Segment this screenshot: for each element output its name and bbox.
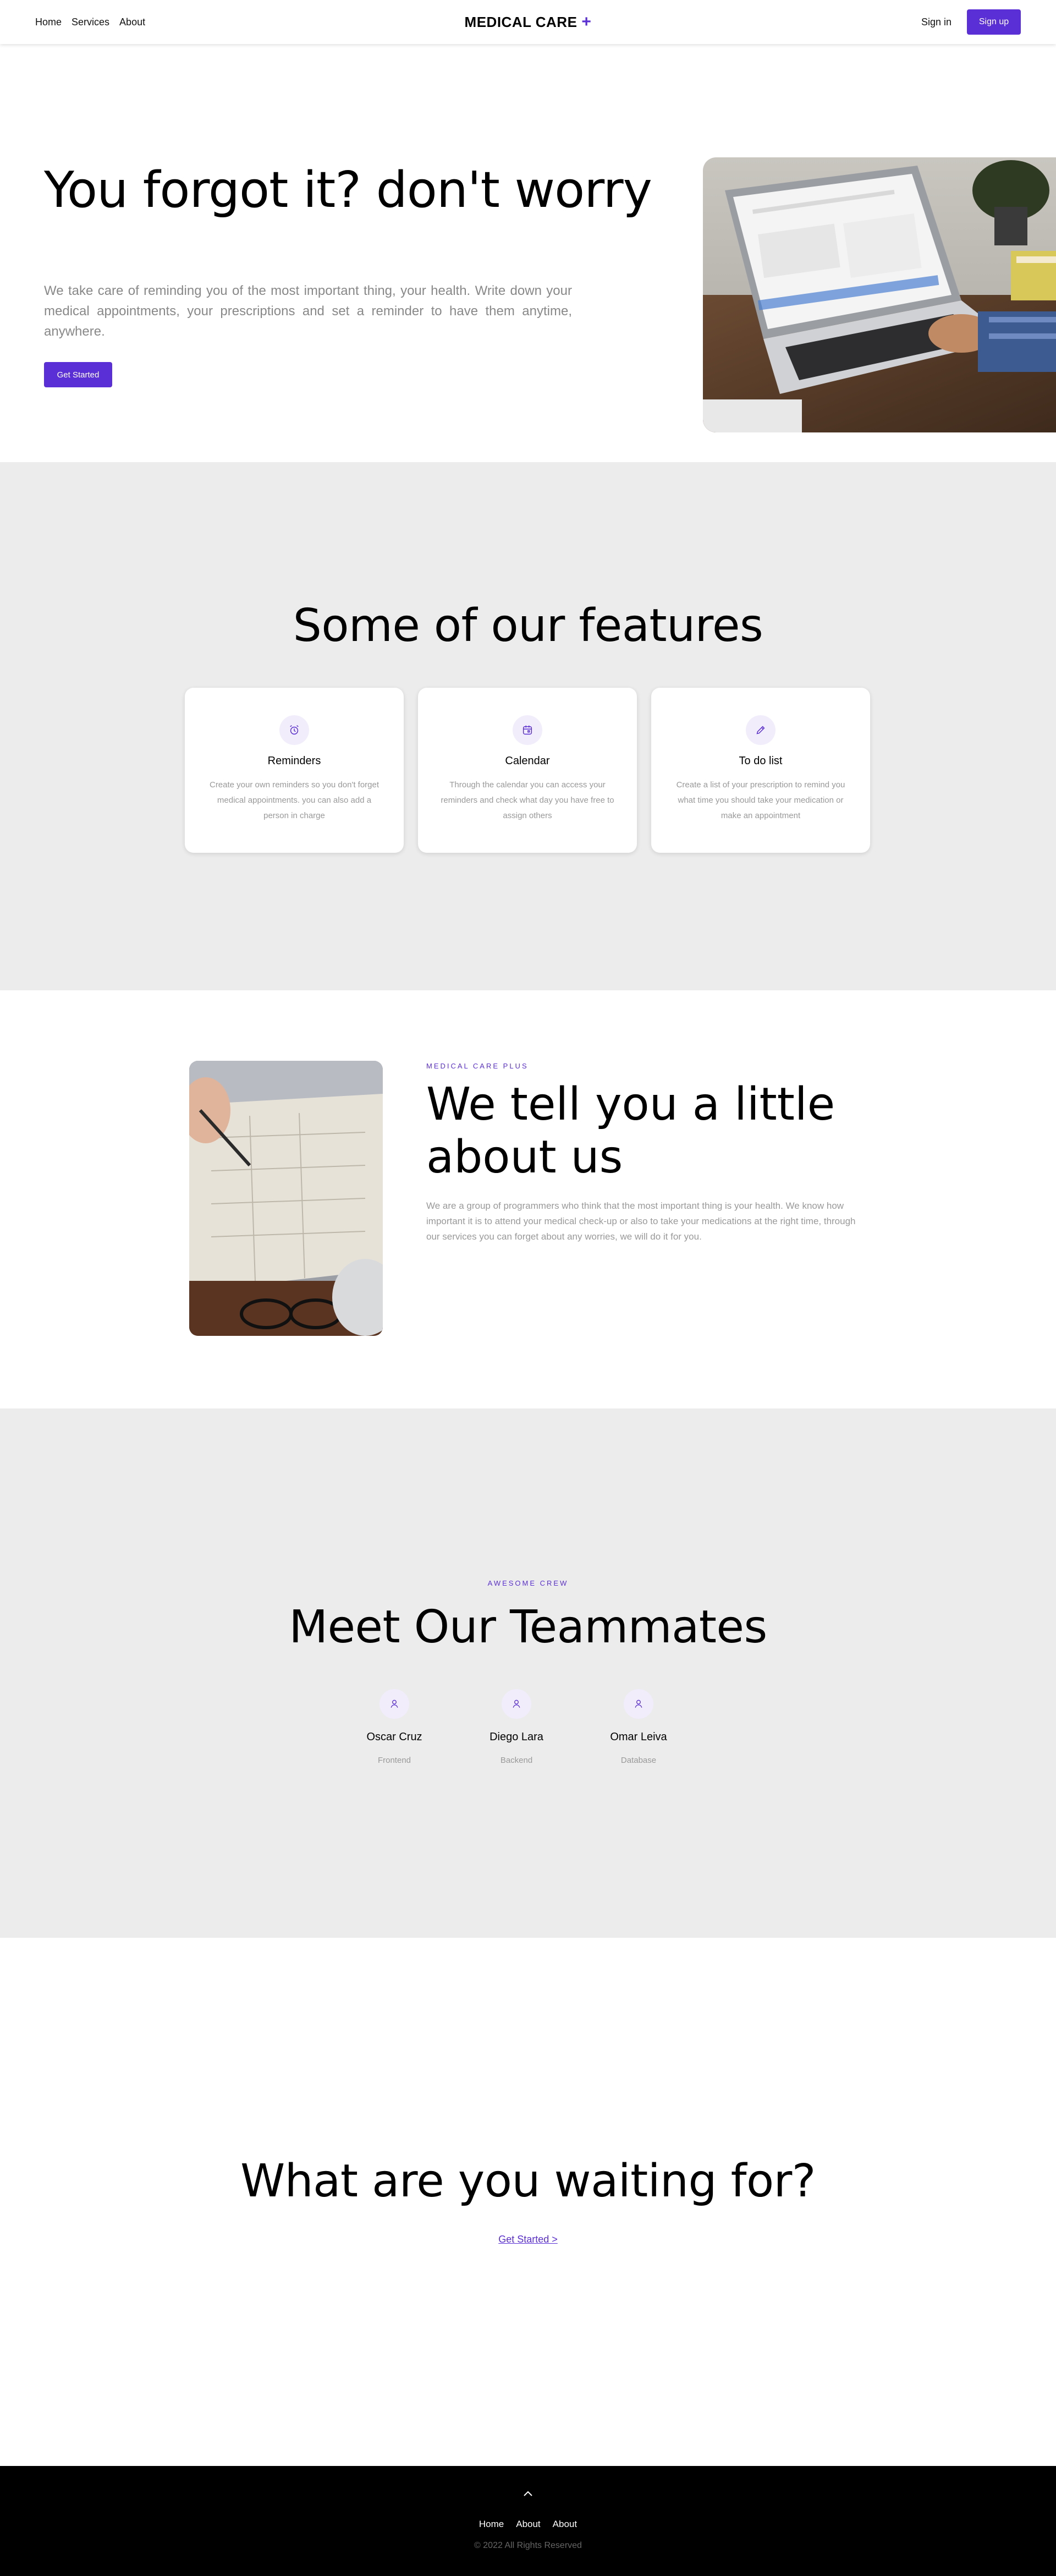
team-member: Oscar Cruz Frontend xyxy=(345,1689,444,1765)
cta-section: What are you waiting for? Get Started > xyxy=(0,1938,1056,2466)
member-role: Database xyxy=(620,1756,657,1765)
hero-laptop-image xyxy=(703,157,1056,432)
member-name: Oscar Cruz xyxy=(366,1731,422,1743)
nav-link-home[interactable]: Home xyxy=(35,17,62,28)
signin-link[interactable]: Sign in xyxy=(921,17,952,28)
user-icon xyxy=(624,1689,653,1719)
hero-title: You forgot it? don't worry xyxy=(44,161,652,219)
signup-button[interactable]: Sign up xyxy=(967,9,1021,35)
feature-card-text: Create your own reminders so you don't f… xyxy=(209,780,380,820)
features-title: Some of our features xyxy=(293,600,763,652)
feature-card-todo[interactable]: To do list Create a list of your prescri… xyxy=(651,688,870,853)
member-role: Frontend xyxy=(377,1756,411,1765)
cta-get-started-link[interactable]: Get Started > xyxy=(0,2234,1056,2245)
about-description: We are a group of programmers who think … xyxy=(426,1201,856,1242)
brand-name: MEDICAL CARE xyxy=(464,13,578,30)
footer-nav: Home About About xyxy=(0,2519,1056,2530)
brand-logo[interactable]: MEDICAL CARE + xyxy=(465,14,592,31)
user-icon xyxy=(380,1689,409,1719)
chevron-up-icon[interactable] xyxy=(0,2488,1056,2500)
footer-link-about-2[interactable]: About xyxy=(553,2519,577,2530)
team-member: Diego Lara Backend xyxy=(467,1689,566,1765)
navbar: Home Services About MEDICAL CARE + Sign … xyxy=(0,0,1056,44)
user-icon xyxy=(502,1689,531,1719)
plus-icon: + xyxy=(581,13,592,31)
member-name: Diego Lara xyxy=(490,1731,543,1743)
cta-title: What are you waiting for? xyxy=(240,2155,816,2207)
feature-card-title: To do list xyxy=(739,755,783,767)
footer-link-about[interactable]: About xyxy=(516,2519,540,2530)
pencil-icon xyxy=(746,715,776,745)
feature-card-calendar[interactable]: Calendar Through the calendar you can ac… xyxy=(418,688,637,853)
team-title: Meet Our Teammates xyxy=(289,1601,767,1653)
hero-description: We take care of reminding you of the mos… xyxy=(44,283,572,339)
nav-link-about[interactable]: About xyxy=(119,17,145,28)
about-notebook-image xyxy=(189,1061,383,1336)
feature-card-title: Calendar xyxy=(505,755,550,767)
auth-controls: Sign in Sign up xyxy=(921,9,1021,35)
member-name: Omar Leiva xyxy=(610,1731,667,1743)
about-eyebrow: MEDICAL CARE PLUS xyxy=(426,1062,529,1070)
copyright-text: © 2022 All Rights Reserved xyxy=(474,2541,582,2550)
notebook-photo-illustration xyxy=(189,1061,383,1336)
member-role: Backend xyxy=(500,1756,533,1765)
features-cards: Reminders Create your own reminders so y… xyxy=(185,688,870,853)
about-section: MEDICAL CARE PLUS We tell you a little a… xyxy=(0,990,1056,1408)
team-eyebrow: AWESOME CREW xyxy=(487,1579,569,1587)
team-members: Oscar Cruz Frontend Diego Lara Backend O… xyxy=(345,1689,688,1765)
footer: Home About About © 2022 All Rights Reser… xyxy=(0,2466,1056,2576)
team-section: AWESOME CREW Meet Our Teammates Oscar Cr… xyxy=(0,1408,1056,1938)
footer-link-home[interactable]: Home xyxy=(479,2519,504,2530)
get-started-button[interactable]: Get Started xyxy=(44,362,112,387)
alarm-clock-icon xyxy=(279,715,309,745)
feature-card-title: Reminders xyxy=(267,755,321,767)
team-member: Omar Leiva Database xyxy=(589,1689,688,1765)
feature-card-reminders[interactable]: Reminders Create your own reminders so y… xyxy=(185,688,404,853)
hero-section: You forgot it? don't worry We take care … xyxy=(0,44,1056,462)
feature-card-text: Create a list of your prescription to re… xyxy=(676,780,845,820)
main-nav: Home Services About xyxy=(35,17,145,28)
laptop-photo-illustration xyxy=(703,157,1056,432)
about-title: We tell you a little about us xyxy=(426,1078,835,1183)
calendar-icon xyxy=(513,715,542,745)
nav-link-services[interactable]: Services xyxy=(72,17,109,28)
features-section: Some of our features Reminders Create yo… xyxy=(0,462,1056,990)
feature-card-text: Through the calendar you can access your… xyxy=(441,780,614,820)
